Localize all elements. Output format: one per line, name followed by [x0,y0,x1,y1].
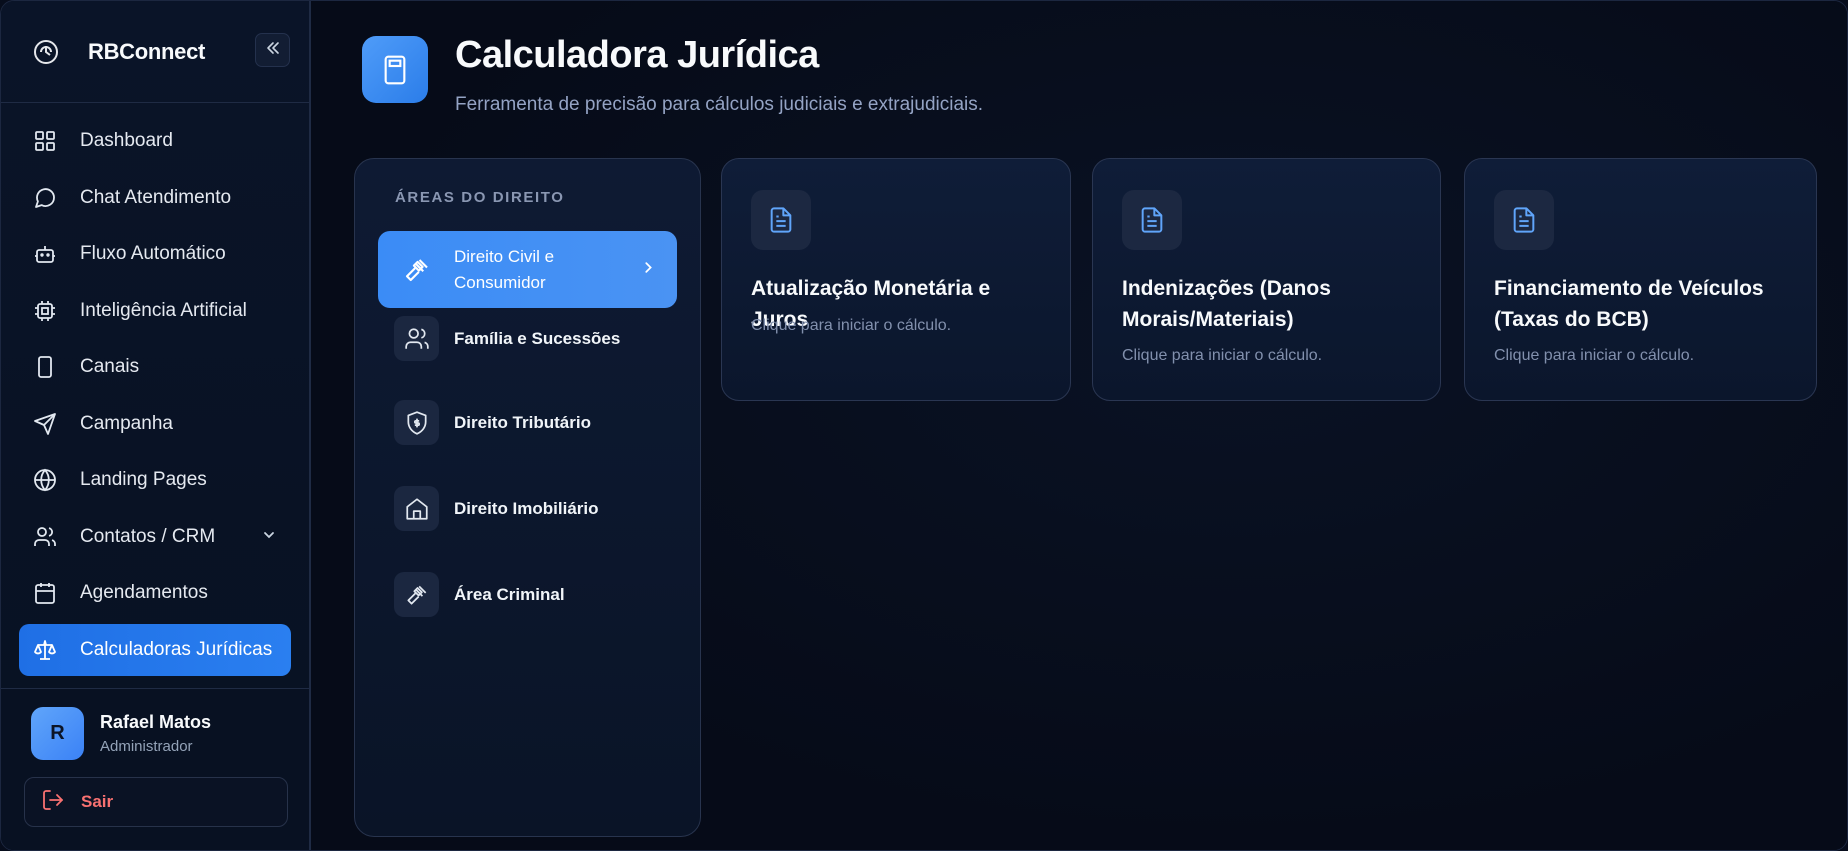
sidebar-item-ai[interactable]: Inteligência Artificial [19,285,291,337]
area-item-civil-consumer[interactable]: Direito Civil e Consumidor [378,231,677,308]
sidebar-item-contacts[interactable]: Contatos / CRM [19,511,291,563]
sidebar: RBConnect Dashboard Chat Atendimento Flu… [1,1,311,850]
user-profile[interactable]: R Rafael Matos Administrador [1,689,309,760]
sidebar-item-chat[interactable]: Chat Atendimento [19,172,291,224]
chevron-down-icon[interactable] [261,527,277,548]
document-icon [1122,190,1182,250]
scale-icon [31,636,59,664]
sidebar-item-label: Dashboard [80,130,173,151]
document-icon [751,190,811,250]
user-role: Administrador [100,738,193,755]
area-label: Direito Tributário [454,412,591,432]
users-icon [394,316,439,361]
area-item-tax[interactable]: Direito Tributário [378,384,677,461]
main-content: Calculadora Jurídica Ferramenta de preci… [311,1,1847,850]
grid-icon [31,127,59,155]
sidebar-item-label: Fluxo Automático [80,243,226,264]
calculator-card-monetary-update[interactable]: Atualização Monetária e Juros Clique par… [721,158,1071,401]
area-item-criminal[interactable]: Área Criminal [378,556,677,633]
users-icon [31,523,59,551]
smartphone-icon [31,353,59,381]
logout-icon [41,788,65,817]
card-description: Clique para iniciar o cálculo. [1494,347,1695,364]
logout-button[interactable]: Sair [24,777,288,827]
area-label: Direito Civil e Consumidor [454,246,555,292]
sidebar-item-label: Canais [80,356,140,377]
gavel-icon [394,572,439,617]
brand: RBConnect [1,1,309,103]
sidebar-item-landing-pages[interactable]: Landing Pages [19,454,291,506]
sidebar-item-dashboard[interactable]: Dashboard [19,115,291,167]
areas-heading: ÁREAS DO DIREITO [395,189,565,206]
document-icon [1494,190,1554,250]
sidebar-item-flow[interactable]: Fluxo Automático [19,228,291,280]
calculator-card-vehicle-financing[interactable]: Financiamento de Veículos (Taxas do BCB)… [1464,158,1817,401]
law-areas-panel: ÁREAS DO DIREITO Direito Civil e Consumi… [354,158,701,837]
cpu-icon [31,297,59,325]
sidebar-item-campaign[interactable]: Campanha [19,398,291,450]
calendar-icon [31,579,59,607]
card-description: Clique para iniciar o cálculo. [1122,347,1323,364]
sidebar-item-legal-calculators[interactable]: Calculadoras Jurídicas [19,623,291,676]
card-title: Financiamento de Veículos (Taxas do BCB) [1494,277,1764,331]
sidebar-item-label: Chat Atendimento [80,186,232,208]
calculator-card-damages[interactable]: Indenizações (Danos Morais/Materiais) Cl… [1092,158,1441,401]
brand-name: RBConnect [88,38,206,64]
page-subtitle: Ferramenta de precisão para cálculos jud… [455,94,984,115]
collapse-sidebar-button[interactable] [255,33,290,67]
logout-label: Sair [81,792,114,811]
bot-icon [31,240,59,268]
area-label: Área Criminal [454,584,565,604]
calculator-icon [362,36,428,103]
area-label: Família e Sucessões [454,328,621,348]
sidebar-item-label: Calculadoras Jurídicas [80,638,273,660]
card-title: Indenizações (Danos Morais/Materiais) [1122,277,1331,331]
app-window: RBConnect Dashboard Chat Atendimento Flu… [0,0,1848,851]
sidebar-nav: Dashboard Chat Atendimento Fluxo Automát… [1,103,309,688]
globe-icon [31,466,59,494]
sidebar-item-label: Landing Pages [80,469,207,490]
sidebar-item-label: Inteligência Artificial [80,299,247,321]
shield-dollar-icon [394,400,439,445]
page-title: Calculadora Jurídica [455,34,819,76]
brand-logo-icon [31,37,61,67]
chevrons-left-icon [265,40,281,61]
chevron-right-icon [641,260,655,279]
send-icon [31,410,59,438]
sidebar-item-channels[interactable]: Canais [19,341,291,393]
sidebar-footer: R Rafael Matos Administrador Sair [1,688,309,850]
area-item-family[interactable]: Família e Sucessões [378,300,677,377]
user-info: Rafael Matos Administrador [100,712,211,755]
sidebar-item-label: Agendamentos [80,582,208,603]
sidebar-item-label: Contatos / CRM [80,525,216,547]
house-icon [394,486,439,531]
area-label: Direito Imobiliário [454,498,599,518]
sidebar-item-label: Campanha [80,412,173,434]
chat-icon [31,184,59,212]
gavel-icon [394,247,439,292]
sidebar-item-appointments[interactable]: Agendamentos [19,567,291,619]
avatar: R [31,707,84,760]
user-name: Rafael Matos [100,712,212,732]
card-description: Clique para iniciar o cálculo. [751,317,952,334]
area-item-real-estate[interactable]: Direito Imobiliário [378,470,677,547]
